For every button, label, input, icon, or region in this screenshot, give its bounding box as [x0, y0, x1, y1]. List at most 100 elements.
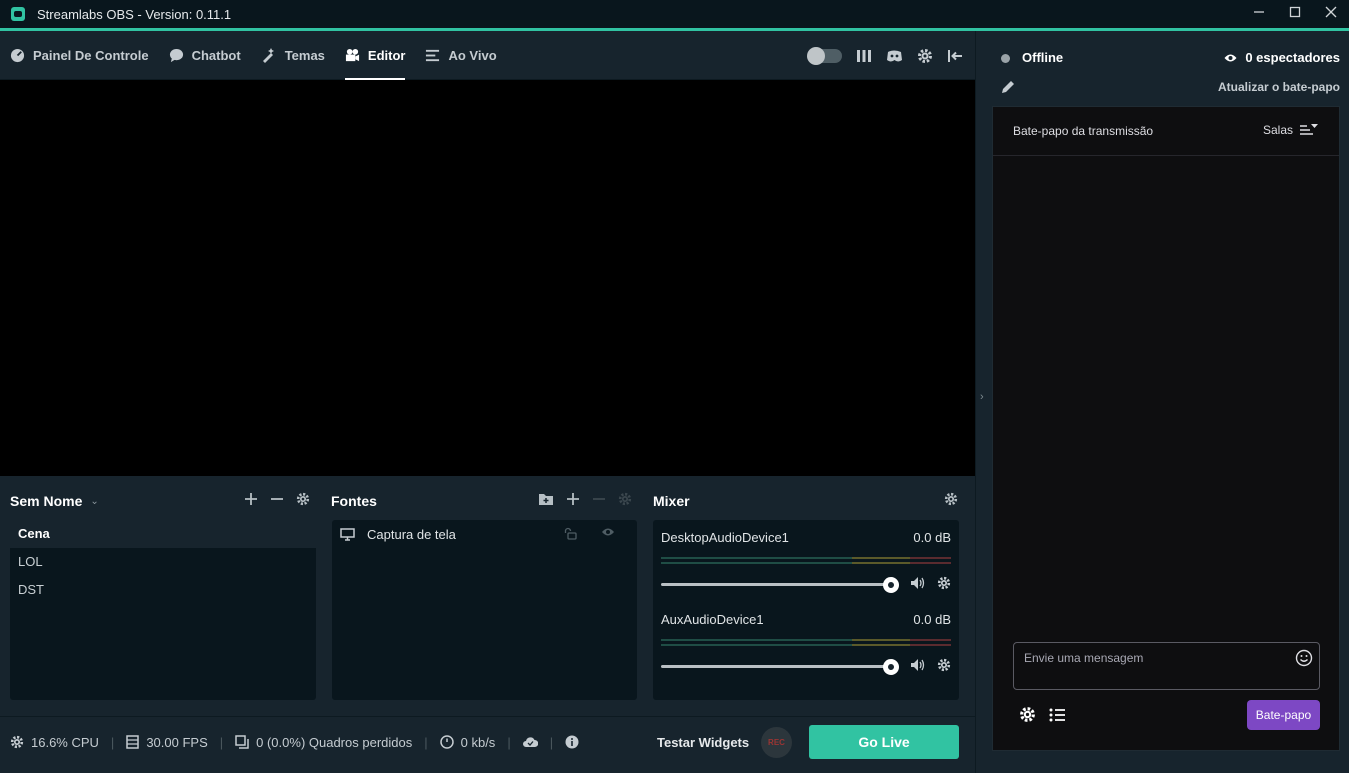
nav-live-label: Ao Vivo: [448, 47, 497, 63]
mixer-settings-icon[interactable]: [944, 492, 958, 506]
volume-meter: [661, 562, 951, 564]
volume-meter: [661, 557, 951, 559]
chevron-down-icon: ⌄: [90, 495, 99, 507]
nav-chatbot[interactable]: Chatbot: [169, 31, 241, 80]
rooms-button[interactable]: Salas: [1263, 123, 1319, 137]
chat-message-input[interactable]: Envie uma mensagem: [1013, 642, 1320, 690]
source-row-icons: [564, 527, 627, 540]
nav-editor[interactable]: Editor: [344, 31, 406, 80]
chat-header: Bate-papo da transmissão Salas: [993, 107, 1339, 156]
speaker-icon[interactable]: [910, 658, 925, 672]
chat-settings-icon[interactable]: [1019, 706, 1036, 723]
chat-sidebar: Offline 0 espectadores Atualizar o bate-…: [992, 31, 1349, 773]
mixer-tools: [944, 492, 958, 506]
separator: |: [424, 734, 428, 750]
status-footer: 16.6% CPU | 30.00 FPS | 0 (0.0%) Quadros…: [0, 716, 975, 773]
separator: |: [549, 734, 554, 750]
source-list: Captura de tela: [332, 520, 637, 700]
window-controls: [1241, 0, 1349, 28]
chat-send-button[interactable]: Bate-papo: [1247, 700, 1320, 730]
nav-live[interactable]: Ao Vivo: [425, 31, 497, 80]
nav-dashboard[interactable]: Painel De Controle: [10, 31, 149, 80]
unlock-icon[interactable]: [564, 527, 577, 540]
minimize-icon[interactable]: [1241, 0, 1277, 24]
bitrate-stat: 0 kb/s: [439, 735, 495, 750]
settings-icon[interactable]: [917, 48, 933, 64]
separator: |: [219, 734, 224, 750]
volume-slider-handle[interactable]: [883, 577, 899, 593]
monitor-icon: [340, 527, 355, 541]
speaker-icon[interactable]: [910, 576, 925, 590]
separator: |: [507, 734, 511, 750]
studio-mode-icon[interactable]: [856, 48, 872, 64]
mixer-device-icons: [910, 576, 951, 590]
mixer-device-db: 0.0 dB: [913, 530, 951, 545]
cpu-value: 16.6% CPU: [31, 734, 99, 750]
add-scene-icon[interactable]: [244, 492, 258, 506]
sidebar-divider[interactable]: ›: [975, 31, 992, 773]
night-mode-toggle[interactable]: [807, 46, 842, 65]
source-item[interactable]: Captura de tela: [332, 520, 637, 548]
collapse-icon[interactable]: [947, 49, 963, 63]
editor-icon: [345, 48, 359, 61]
maximize-icon[interactable]: [1277, 0, 1313, 24]
record-button[interactable]: REC: [761, 727, 792, 758]
info-icon[interactable]: [565, 735, 579, 749]
nav-editor-label: Editor: [367, 47, 406, 63]
mixer-device-db: 0.0 dB: [913, 612, 951, 627]
source-item-label: Captura de tela: [367, 526, 456, 542]
volume-slider[interactable]: [661, 583, 890, 586]
dropped-frames-stat: 0 (0.0%) Quadros perdidos: [235, 735, 412, 750]
source-settings-icon[interactable]: [618, 492, 632, 506]
cpu-stat: 16.6% CPU: [10, 735, 99, 750]
scene-item[interactable]: LOL: [10, 548, 316, 576]
scene-settings-icon[interactable]: [296, 492, 310, 506]
remove-scene-icon[interactable]: [270, 492, 284, 506]
nav-themes[interactable]: Temas: [261, 31, 325, 80]
go-live-button[interactable]: Go Live: [809, 725, 959, 759]
volume-slider[interactable]: [661, 665, 890, 668]
top-nav: Painel De Controle Chatbot Temas Editor …: [0, 31, 975, 80]
viewer-list-icon[interactable]: [1049, 707, 1066, 723]
refresh-chat-link[interactable]: Atualizar o bate-papo: [1218, 80, 1340, 94]
expand-chevron-icon[interactable]: ›: [980, 391, 984, 403]
separator: |: [110, 734, 115, 750]
discord-icon[interactable]: [886, 49, 903, 63]
close-icon[interactable]: [1313, 0, 1349, 24]
fps-value: 30.00 FPS: [146, 734, 208, 750]
dashboard-icon: [10, 48, 25, 62]
test-widgets-button[interactable]: Testar Widgets: [657, 735, 749, 750]
rooms-menu-icon: [1300, 124, 1318, 135]
themes-icon: [262, 48, 274, 63]
stream-preview[interactable]: [0, 80, 975, 476]
device-settings-icon[interactable]: [937, 576, 951, 590]
volume-meter: [661, 639, 951, 641]
scene-item[interactable]: DST: [10, 576, 316, 604]
source-tools: [538, 492, 632, 506]
nav-dashboard-label: Painel De Controle: [33, 47, 149, 63]
volume-slider-handle[interactable]: [883, 659, 899, 675]
device-settings-icon[interactable]: [937, 658, 951, 672]
mixer-device-name: AuxAudioDevice1: [661, 612, 764, 627]
viewer-count-label: 0 espectadores: [1245, 50, 1340, 65]
frames-icon: [235, 735, 249, 749]
stream-status-row: Offline 0 espectadores: [992, 31, 1349, 83]
mixer-list: DesktopAudioDevice1 0.0 dB AuxAudioDevic…: [653, 520, 959, 700]
emoji-icon[interactable]: [1295, 649, 1313, 667]
remove-source-icon[interactable]: [592, 492, 606, 506]
scene-collection-selector[interactable]: Sem Nome ⌄: [10, 493, 99, 509]
edit-pencil-icon[interactable]: [1000, 79, 1016, 95]
performance-stats: 16.6% CPU | 30.00 FPS | 0 (0.0%) Quadros…: [10, 717, 579, 767]
chat-header-title: Bate-papo da transmissão: [1013, 124, 1154, 138]
viewer-count: 0 espectadores: [1223, 50, 1340, 65]
add-folder-icon[interactable]: [538, 492, 554, 506]
dropped-frames-value: 0 (0.0%) Quadros perdidos: [256, 734, 413, 750]
add-source-icon[interactable]: [566, 492, 580, 506]
nav-chatbot-label: Chatbot: [191, 47, 241, 63]
editor-bottom-panels: Sem Nome ⌄ Cena LOL DST Fontes Captura d…: [0, 476, 975, 716]
sources-title: Fontes: [331, 493, 377, 509]
nav-themes-label: Temas: [284, 47, 325, 63]
visibility-eye-icon[interactable]: [601, 527, 615, 537]
chat-input-placeholder: Envie uma mensagem: [1024, 651, 1144, 665]
scene-item[interactable]: Cena: [10, 520, 316, 548]
